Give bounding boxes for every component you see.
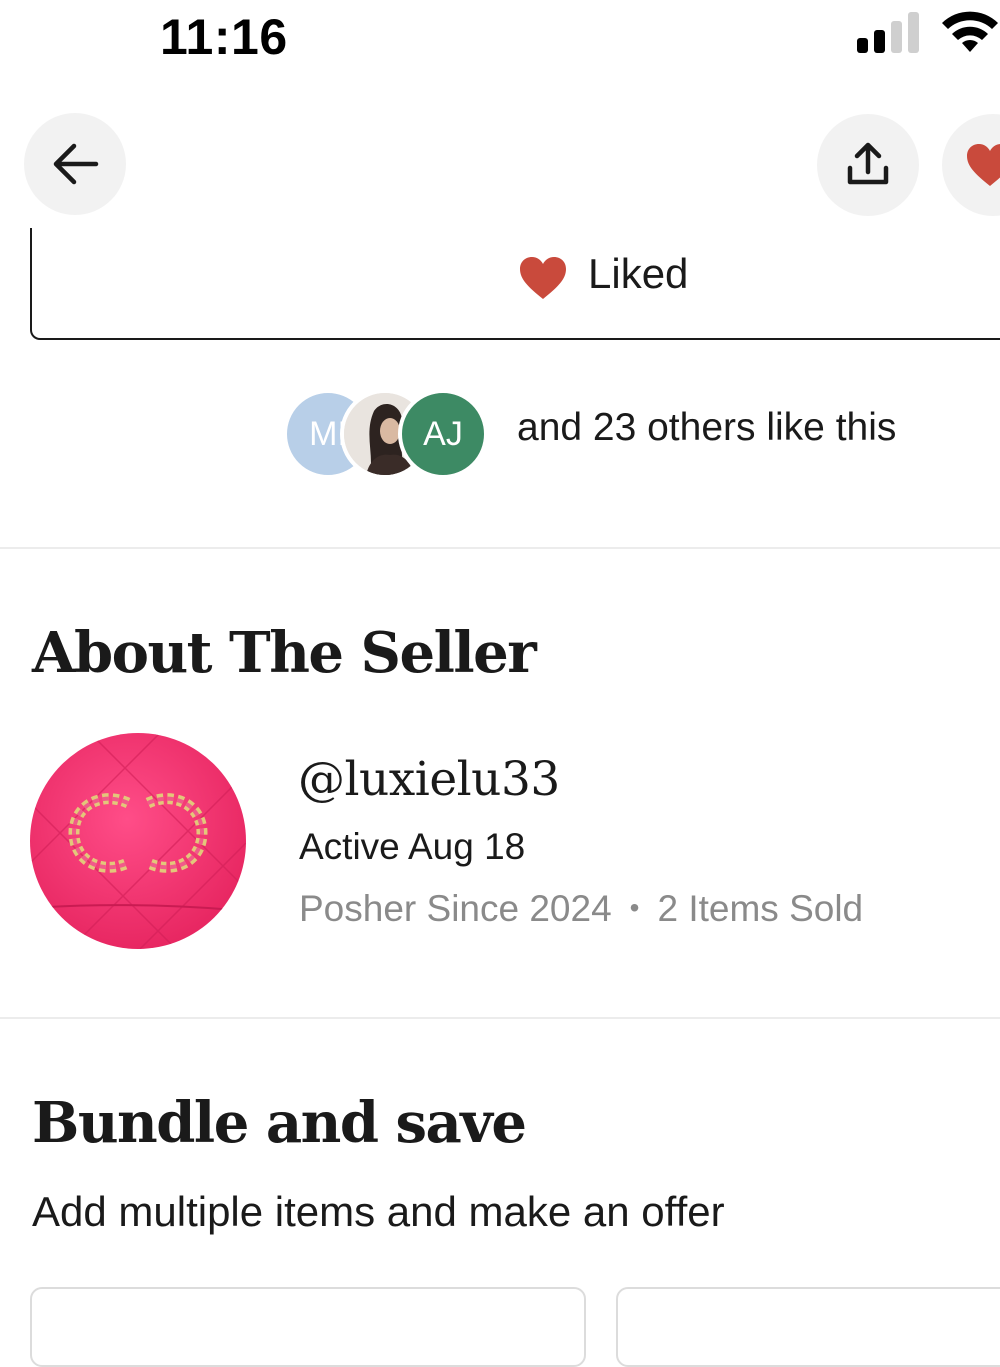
share-upload-icon	[847, 142, 889, 185]
liked-button[interactable]	[30, 228, 1000, 340]
seller-active-status: Active Aug 18	[299, 826, 526, 867]
seller-username[interactable]: @luxielu33	[298, 752, 560, 807]
heart-icon	[967, 144, 1000, 186]
share-button[interactable]	[817, 114, 919, 216]
items-sold: 2 Items Sold	[657, 888, 864, 929]
bundle-subtitle: Add multiple items and make an offer	[32, 1188, 725, 1235]
heart-icon	[520, 257, 566, 299]
likers-count-text[interactable]: and 23 others like this	[517, 406, 896, 450]
like-toggle-button[interactable]	[942, 114, 1000, 216]
arrow-left-icon	[53, 143, 99, 185]
liked-label: Liked	[588, 250, 689, 297]
chanel-logo-icon	[30, 733, 246, 949]
posher-since: Posher Since 2024	[299, 888, 612, 929]
bundle-item-card[interactable]	[616, 1287, 1000, 1367]
bundle-heading: Bundle and save	[32, 1090, 527, 1156]
liker-avatar[interactable]: AJ	[398, 389, 488, 479]
section-divider	[0, 547, 1000, 549]
bundle-item-card[interactable]	[30, 1287, 586, 1367]
seller-avatar[interactable]	[30, 733, 246, 949]
section-divider	[0, 1017, 1000, 1019]
wifi-icon	[942, 11, 998, 52]
cellular-signal-icon	[857, 12, 919, 53]
liker-initials: AJ	[423, 414, 463, 453]
bullet-separator: •	[629, 892, 640, 923]
back-button[interactable]	[24, 113, 126, 215]
status-time: 11:16	[160, 9, 288, 65]
seller-stats: Posher Since 2024 • 2 Items Sold	[299, 888, 863, 930]
about-seller-heading: About The Seller	[32, 620, 537, 686]
